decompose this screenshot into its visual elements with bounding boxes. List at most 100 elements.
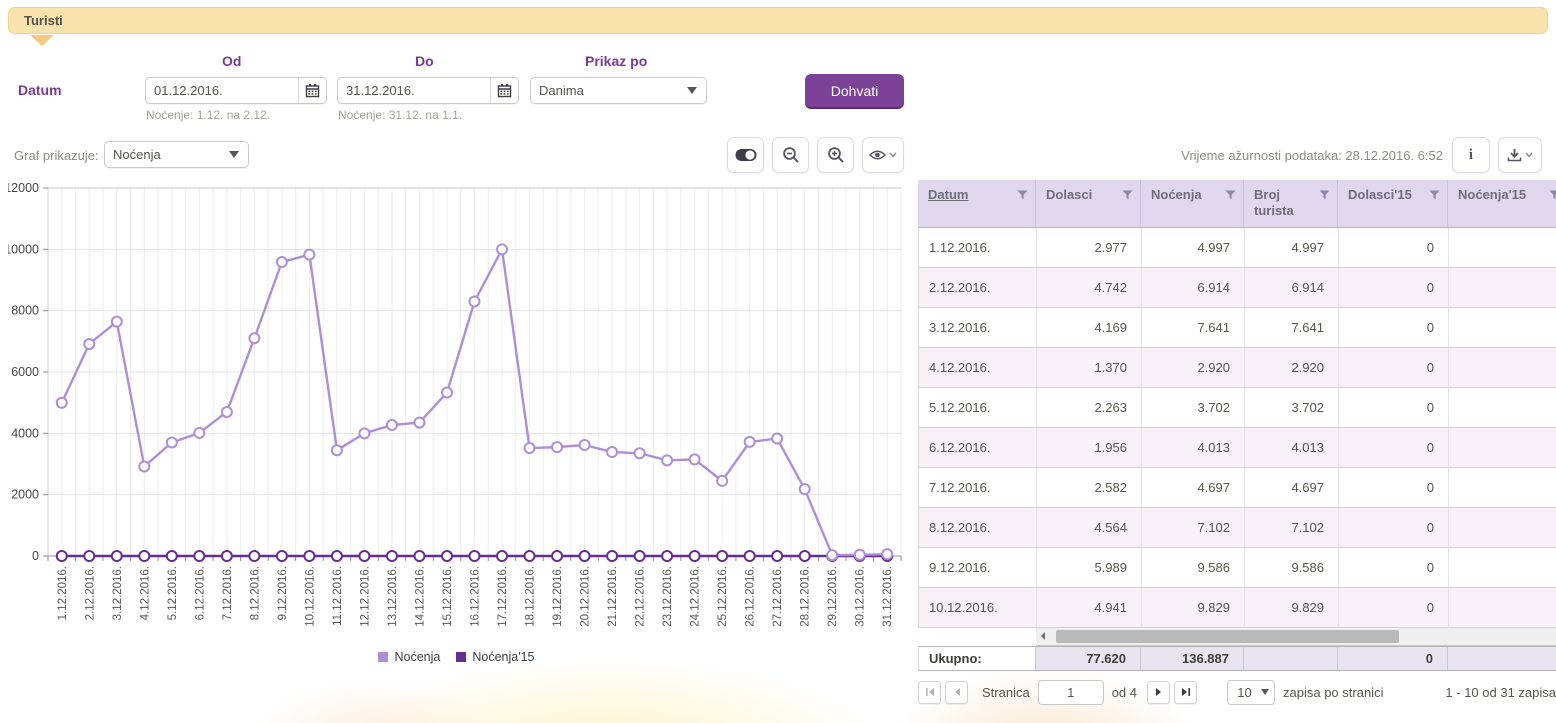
- column-header-3[interactable]: Noćenja: [1141, 180, 1244, 227]
- data-point[interactable]: [222, 407, 232, 417]
- filter-icon[interactable]: [1017, 190, 1028, 200]
- data-point[interactable]: [580, 440, 590, 450]
- legend-item[interactable]: Noćenja: [378, 650, 440, 664]
- prev-page-button[interactable]: [945, 681, 968, 704]
- table-row[interactable]: 2.12.2016.4.7426.9146.9140: [919, 268, 1556, 308]
- table-row[interactable]: 10.12.2016.4.9419.8299.8290: [919, 588, 1556, 628]
- data-point[interactable]: [57, 551, 67, 561]
- prikaz-po-arrow-button[interactable]: [678, 78, 706, 103]
- data-point[interactable]: [580, 551, 590, 561]
- table-row[interactable]: 1.12.2016.2.9774.9974.9970: [919, 228, 1556, 268]
- data-point[interactable]: [855, 550, 865, 560]
- data-point[interactable]: [194, 428, 204, 438]
- data-point[interactable]: [717, 476, 727, 486]
- data-point[interactable]: [57, 398, 67, 408]
- page-size-select[interactable]: 10: [1227, 680, 1275, 705]
- graf-prikazuje-arrow-button[interactable]: [220, 142, 248, 167]
- data-point[interactable]: [607, 447, 617, 457]
- data-point[interactable]: [359, 428, 369, 438]
- filter-icon[interactable]: [1225, 190, 1236, 200]
- data-point[interactable]: [249, 551, 259, 561]
- column-header-5[interactable]: Dolasci'15: [1338, 180, 1448, 227]
- table-row[interactable]: 9.12.2016.5.9899.5869.5860: [919, 548, 1556, 588]
- data-point[interactable]: [222, 551, 232, 561]
- data-point[interactable]: [497, 551, 507, 561]
- column-header-4[interactable]: Broj turista: [1244, 180, 1338, 227]
- data-point[interactable]: [332, 551, 342, 561]
- data-point[interactable]: [635, 448, 645, 458]
- column-header-2[interactable]: Dolasci: [1036, 180, 1141, 227]
- data-point[interactable]: [690, 551, 700, 561]
- data-point[interactable]: [277, 257, 287, 267]
- data-point[interactable]: [745, 551, 755, 561]
- data-point[interactable]: [607, 551, 617, 561]
- filter-icon[interactable]: [1122, 190, 1133, 200]
- data-point[interactable]: [827, 550, 837, 560]
- zoom-in-button[interactable]: [817, 137, 854, 173]
- data-point[interactable]: [167, 437, 177, 447]
- data-point[interactable]: [277, 551, 287, 561]
- data-point[interactable]: [414, 418, 424, 428]
- data-point[interactable]: [84, 551, 94, 561]
- table-row[interactable]: 5.12.2016.2.2633.7023.7020: [919, 388, 1556, 428]
- series-visibility-button[interactable]: [862, 137, 904, 173]
- zoom-out-button[interactable]: [772, 137, 809, 173]
- data-point[interactable]: [800, 484, 810, 494]
- first-page-button[interactable]: [918, 681, 941, 704]
- data-point[interactable]: [332, 445, 342, 455]
- filter-icon[interactable]: [1549, 190, 1556, 200]
- data-point[interactable]: [442, 551, 452, 561]
- column-header-1[interactable]: Datum: [918, 180, 1036, 227]
- page-number-input[interactable]: [1038, 680, 1104, 705]
- tab-turisti[interactable]: Turisti: [24, 13, 63, 28]
- data-point[interactable]: [525, 551, 535, 561]
- data-point[interactable]: [772, 434, 782, 444]
- last-page-button[interactable]: [1174, 681, 1197, 704]
- data-point[interactable]: [525, 443, 535, 453]
- data-point[interactable]: [442, 388, 452, 398]
- data-point[interactable]: [167, 551, 177, 561]
- next-page-button[interactable]: [1147, 681, 1170, 704]
- scrollbar-track[interactable]: [1050, 628, 1554, 645]
- table-row[interactable]: 4.12.2016.1.3702.9202.9200: [919, 348, 1556, 388]
- data-point[interactable]: [112, 551, 122, 561]
- data-point[interactable]: [304, 250, 314, 260]
- info-button[interactable]: i: [1452, 137, 1490, 173]
- chart-toggle-button[interactable]: [727, 137, 764, 173]
- data-point[interactable]: [139, 551, 149, 561]
- data-point[interactable]: [800, 551, 810, 561]
- data-point[interactable]: [635, 551, 645, 561]
- column-header-6[interactable]: Noćenja'15: [1448, 180, 1556, 227]
- data-point[interactable]: [662, 455, 672, 465]
- scrollbar-thumb[interactable]: [1056, 630, 1399, 643]
- data-point[interactable]: [772, 551, 782, 561]
- data-point[interactable]: [552, 551, 562, 561]
- date-from-calendar-button[interactable]: [298, 78, 326, 103]
- data-point[interactable]: [304, 551, 314, 561]
- export-button[interactable]: [1498, 137, 1542, 173]
- data-point[interactable]: [717, 551, 727, 561]
- date-to-input[interactable]: [338, 83, 490, 98]
- data-point[interactable]: [194, 551, 204, 561]
- data-point[interactable]: [745, 437, 755, 447]
- table-row[interactable]: 6.12.2016.1.9564.0134.0130: [919, 428, 1556, 468]
- data-point[interactable]: [690, 454, 700, 464]
- prikaz-po-select[interactable]: Danima: [530, 77, 707, 104]
- data-point[interactable]: [497, 244, 507, 254]
- data-point[interactable]: [552, 442, 562, 452]
- data-point[interactable]: [470, 296, 480, 306]
- data-point[interactable]: [139, 461, 149, 471]
- data-point[interactable]: [112, 317, 122, 327]
- table-row[interactable]: 3.12.2016.4.1697.6417.6410: [919, 308, 1556, 348]
- data-point[interactable]: [84, 339, 94, 349]
- data-point[interactable]: [414, 551, 424, 561]
- graf-prikazuje-select[interactable]: Noćenja: [104, 141, 249, 168]
- data-point[interactable]: [662, 551, 672, 561]
- data-point[interactable]: [470, 551, 480, 561]
- data-point[interactable]: [387, 420, 397, 430]
- table-row[interactable]: 7.12.2016.2.5824.6974.6970: [919, 468, 1556, 508]
- data-point[interactable]: [387, 551, 397, 561]
- scroll-left-arrow[interactable]: [1036, 628, 1050, 645]
- data-point[interactable]: [882, 549, 892, 559]
- dohvati-button[interactable]: Dohvati: [805, 74, 904, 107]
